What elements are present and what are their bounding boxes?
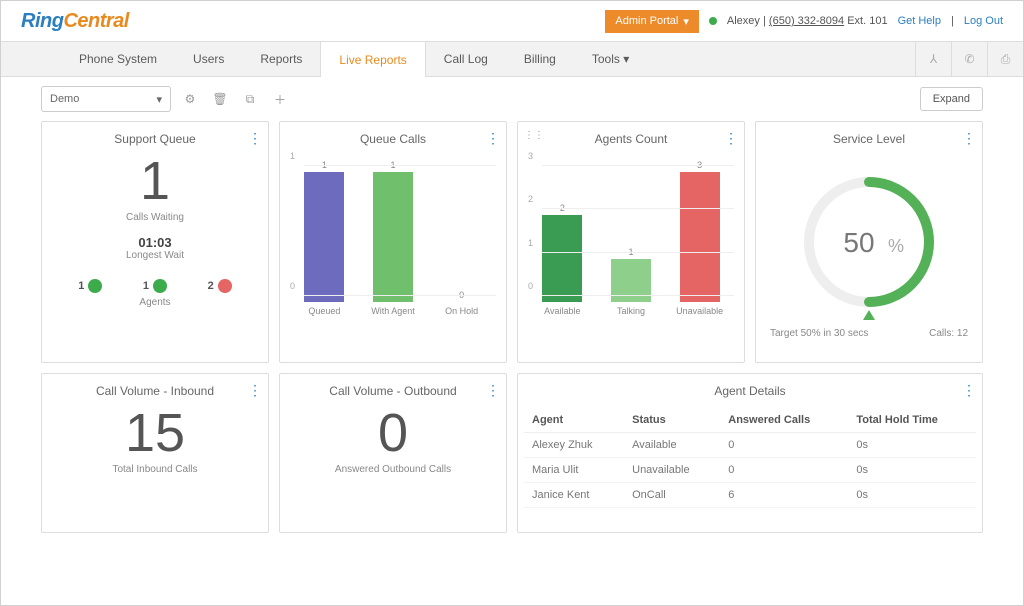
service-footer: Target 50% in 30 secs Calls: 12 — [762, 328, 976, 339]
card-menu-icon[interactable]: ⋮ — [248, 382, 262, 399]
card-title: Support Queue — [48, 132, 262, 146]
outbound-value: 0 — [286, 402, 500, 464]
inbound-label: Total Inbound Calls — [48, 464, 262, 475]
service-level-gauge: 50 % — [762, 162, 976, 322]
dash-row-1: ⋮ Support Queue 1 Calls Waiting 01:03 Lo… — [41, 121, 983, 363]
card-menu-icon[interactable]: ⋮ — [248, 130, 262, 147]
calls-waiting-label: Calls Waiting — [48, 212, 262, 223]
longest-wait-label: Longest Wait — [48, 250, 262, 261]
gear-icon[interactable]: ⚙ — [179, 92, 201, 106]
phone-circle-icon — [153, 279, 167, 293]
card-agents-count: ⋮⋮ ⋮ Agents Count 01232Available1Talking… — [517, 121, 745, 363]
logout-link[interactable]: Log Out — [964, 15, 1003, 27]
user-ext: Ext. 101 — [847, 15, 887, 27]
agent-stat-available: 1 — [78, 279, 102, 293]
nav-reports[interactable]: Reports — [242, 42, 320, 76]
chevron-down-icon: ▾ — [683, 15, 689, 28]
top-right: Admin Portal ▾ Alexey | (650) 332-8094 E… — [605, 10, 1003, 33]
share-icon[interactable]: ⅄ — [915, 42, 951, 76]
agent-stat-unavailable: 2 — [208, 279, 232, 293]
admin-portal-label: Admin Portal — [615, 15, 678, 27]
service-calls: Calls: 12 — [929, 328, 968, 339]
check-circle-icon — [88, 279, 102, 293]
card-support-queue: ⋮ Support Queue 1 Calls Waiting 01:03 Lo… — [41, 121, 269, 363]
agent-count: 2 — [208, 280, 214, 292]
nav-phone-system[interactable]: Phone System — [61, 42, 175, 76]
queue-calls-chart: 011Queued1With Agent0On Hold — [286, 156, 500, 316]
agents-label: Agents — [48, 297, 262, 308]
agents-row: 1 1 2 — [48, 279, 262, 293]
card-menu-icon[interactable]: ⋮ — [962, 130, 976, 147]
dashboard-select-label: Demo — [50, 93, 79, 105]
get-help-link[interactable]: Get Help — [898, 15, 941, 27]
logo: RingCentral — [21, 10, 129, 33]
th-status[interactable]: Status — [624, 408, 720, 433]
card-agent-details: ⋮ Agent Details Agent Status Answered Ca… — [517, 373, 983, 533]
agent-count: 1 — [78, 280, 84, 292]
user-phone[interactable]: (650) 332-8094 — [769, 15, 844, 27]
dashboard: ⋮ Support Queue 1 Calls Waiting 01:03 Lo… — [1, 121, 1023, 605]
card-volume-outbound: ⋮ Call Volume - Outbound 0 Answered Outb… — [279, 373, 507, 533]
add-icon[interactable]: ＋ — [269, 91, 291, 108]
busy-circle-icon — [218, 279, 232, 293]
agents-count-chart: 01232Available1Talking3Unavailable — [524, 156, 738, 316]
nav-call-log[interactable]: Call Log — [426, 42, 506, 76]
expand-button[interactable]: Expand — [920, 87, 983, 111]
table-row[interactable]: Janice KentOnCall60s — [524, 483, 976, 508]
table-row[interactable]: Alexey ZhukAvailable00s — [524, 433, 976, 458]
admin-portal-dropdown[interactable]: Admin Portal ▾ — [605, 10, 699, 33]
export-icon[interactable]: ⎙ — [987, 42, 1023, 76]
user-info: Alexey | (650) 332-8094 Ext. 101 — [727, 15, 888, 27]
card-title: Service Level — [762, 132, 976, 146]
support-queue-value: 1 — [48, 150, 262, 212]
toolbar: Demo ▾ ⚙ 🗑 ⧉ ＋ Expand — [1, 77, 1023, 121]
top-bar: RingCentral Admin Portal ▾ Alexey | (650… — [1, 1, 1023, 41]
nav-tools[interactable]: Tools ▾ — [574, 42, 647, 76]
card-volume-inbound: ⋮ Call Volume - Inbound 15 Total Inbound… — [41, 373, 269, 533]
card-title: Agent Details — [524, 384, 976, 398]
logo-central: Central — [63, 10, 128, 32]
card-menu-icon[interactable]: ⋮ — [486, 130, 500, 147]
gauge-value: 50 — [843, 227, 874, 258]
inbound-value: 15 — [48, 402, 262, 464]
service-target: Target 50% in 30 secs — [770, 328, 868, 339]
presence-dot-icon — [709, 17, 717, 25]
card-title: Call Volume - Inbound — [48, 384, 262, 398]
agent-stat-talking: 1 — [143, 279, 167, 293]
trash-icon[interactable]: 🗑 — [209, 92, 231, 106]
card-menu-icon[interactable]: ⋮ — [486, 382, 500, 399]
th-hold[interactable]: Total Hold Time — [848, 408, 976, 433]
th-agent[interactable]: Agent — [524, 408, 624, 433]
nav-live-reports[interactable]: Live Reports — [320, 42, 425, 77]
outbound-label: Answered Outbound Calls — [286, 464, 500, 475]
dashboard-select[interactable]: Demo ▾ — [41, 86, 171, 112]
th-answered[interactable]: Answered Calls — [720, 408, 848, 433]
card-menu-icon[interactable]: ⋮ — [962, 382, 976, 399]
main-nav: Phone System Users Reports Live Reports … — [1, 41, 1023, 77]
nav-users[interactable]: Users — [175, 42, 242, 76]
percent-sign: % — [888, 236, 904, 256]
card-title: Call Volume - Outbound — [286, 384, 500, 398]
phone-icon[interactable]: ✆ — [951, 42, 987, 76]
logo-ring: Ring — [21, 10, 63, 32]
nav-billing[interactable]: Billing — [506, 42, 574, 76]
agent-details-table: Agent Status Answered Calls Total Hold T… — [524, 408, 976, 508]
chevron-down-icon: ▾ — [156, 93, 162, 106]
longest-wait-time: 01:03 — [48, 235, 262, 250]
copy-icon[interactable]: ⧉ — [239, 92, 261, 107]
dash-row-2: ⋮ Call Volume - Inbound 15 Total Inbound… — [41, 373, 983, 533]
table-row[interactable]: Maria UlitUnavailable00s — [524, 458, 976, 483]
card-service-level: ⋮ Service Level 50 % Target 50% in 30 se… — [755, 121, 983, 363]
agent-count: 1 — [143, 280, 149, 292]
nav-icons: ⅄ ✆ ⎙ — [915, 42, 1023, 76]
card-title: Queue Calls — [286, 132, 500, 146]
user-name: Alexey — [727, 15, 760, 27]
card-menu-icon[interactable]: ⋮ — [724, 130, 738, 147]
drag-handle-icon[interactable]: ⋮⋮ — [524, 130, 544, 141]
card-title: Agents Count — [524, 132, 738, 146]
card-queue-calls: ⋮ Queue Calls 011Queued1With Agent0On Ho… — [279, 121, 507, 363]
divider: | — [951, 15, 954, 27]
